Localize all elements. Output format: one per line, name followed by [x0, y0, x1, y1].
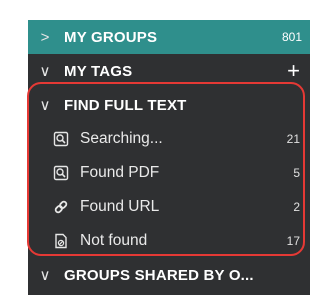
sidebar-panel: > MY GROUPS 801 ∨ MY TAGS + ∨ FIND FULL … — [28, 20, 310, 295]
section-title-find-full-text: FIND FULL TEXT — [64, 96, 187, 114]
sidebar-item-not-found[interactable]: Not found 17 — [28, 224, 310, 258]
search-document-icon — [52, 130, 70, 148]
sidebar-section-groups-shared[interactable]: ∨ GROUPS SHARED BY O... — [28, 258, 310, 292]
item-count: 21 — [286, 132, 300, 146]
section-title-groups-shared: GROUPS SHARED BY O... — [64, 266, 254, 284]
item-count: 2 — [293, 200, 300, 214]
sidebar-item-label: Not found — [80, 232, 148, 249]
chevron-down-icon[interactable]: ∨ — [34, 96, 56, 114]
add-tag-button[interactable]: + — [287, 60, 300, 82]
sidebar-item-label: Found URL — [80, 198, 160, 215]
sidebar-item-label: Searching... — [80, 130, 163, 147]
sidebar-section-find-full-text[interactable]: ∨ FIND FULL TEXT — [28, 88, 310, 122]
sidebar-section-my-groups[interactable]: > MY GROUPS 801 — [28, 20, 310, 54]
chevron-right-icon[interactable]: > — [34, 29, 56, 46]
section-title-my-groups: MY GROUPS — [64, 28, 158, 46]
sidebar-item-found-pdf[interactable]: Found PDF 5 — [28, 156, 310, 190]
item-count: 5 — [293, 166, 300, 180]
section-title-my-tags: MY TAGS — [64, 62, 133, 80]
sidebar-item-found-url[interactable]: Found URL 2 — [28, 190, 310, 224]
item-count: 17 — [286, 234, 300, 248]
search-document-icon — [52, 164, 70, 182]
chevron-down-icon[interactable]: ∨ — [34, 62, 56, 80]
sidebar-section-my-tags[interactable]: ∨ MY TAGS + — [28, 54, 310, 88]
not-found-document-icon — [52, 232, 70, 250]
my-groups-count: 801 — [281, 30, 302, 44]
sidebar-item-label: Found PDF — [80, 164, 160, 181]
chevron-down-icon[interactable]: ∨ — [34, 266, 56, 284]
link-icon — [52, 198, 70, 216]
sidebar-item-searching[interactable]: Searching... 21 — [28, 122, 310, 156]
